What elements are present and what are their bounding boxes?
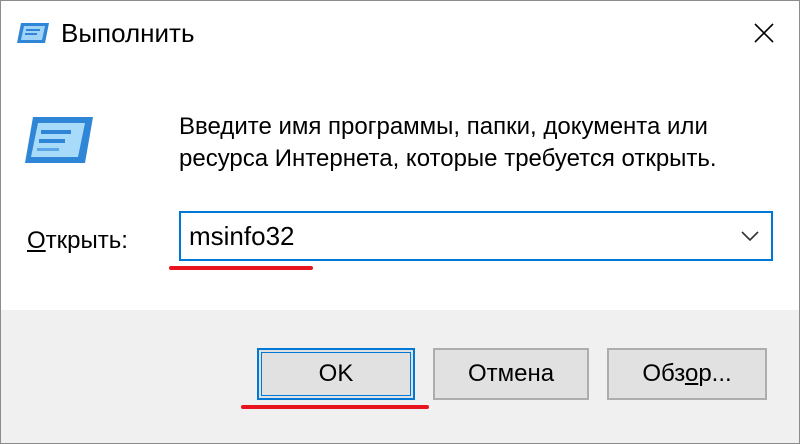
dialog-footer: OK Отмена Обзор... xyxy=(1,310,799,443)
dialog-content: Введите имя программы, папки, документа … xyxy=(1,65,799,310)
annotation-underline-input xyxy=(169,266,313,270)
ok-button[interactable]: OK xyxy=(257,348,415,400)
close-button[interactable] xyxy=(741,13,787,53)
dropdown-button[interactable] xyxy=(735,221,765,251)
cancel-button[interactable]: Отмена xyxy=(433,348,589,400)
run-icon xyxy=(23,115,95,165)
open-label-accesskey: О xyxy=(27,227,46,254)
open-combobox[interactable] xyxy=(179,211,773,261)
ok-button-label: OK xyxy=(318,360,354,387)
annotation-underline-ok xyxy=(241,405,429,409)
browse-label-accesskey: о xyxy=(684,360,699,387)
chevron-down-icon xyxy=(741,231,759,241)
run-dialog-window: Выполнить Введите имя программы, папки, … xyxy=(0,0,800,444)
cancel-button-label: Отмена xyxy=(467,360,555,387)
browse-label-part-a: Обз xyxy=(642,360,685,387)
open-label-text: ткрыть: xyxy=(45,227,128,254)
open-label: Открыть: xyxy=(27,225,128,257)
window-title: Выполнить xyxy=(61,18,195,48)
open-input[interactable] xyxy=(189,217,729,255)
close-icon xyxy=(754,23,774,43)
run-icon xyxy=(17,21,51,45)
browse-label-part-c: р... xyxy=(698,360,732,387)
title-bar[interactable]: Выполнить xyxy=(1,1,799,65)
dialog-description: Введите имя программы, папки, документа … xyxy=(179,113,717,172)
browse-button[interactable]: Обзор... xyxy=(607,348,767,400)
browse-button-label: Обзор... xyxy=(642,360,731,387)
